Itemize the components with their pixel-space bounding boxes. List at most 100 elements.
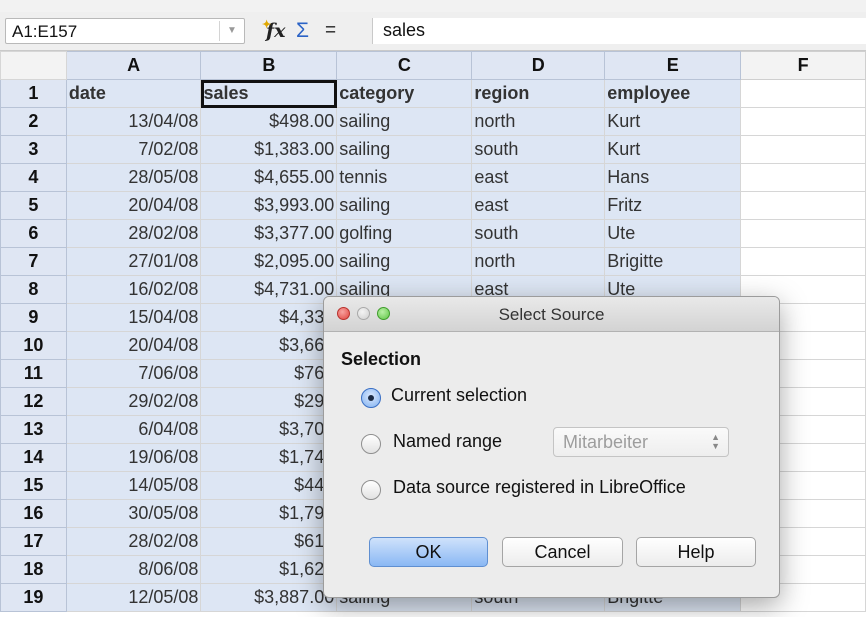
data-source-label[interactable]: Data source registered in LibreOffice — [393, 477, 686, 498]
table-cell[interactable]: 14/05/08 — [65, 471, 202, 500]
table-cell[interactable]: sailing — [336, 135, 473, 164]
table-cell-empty[interactable] — [740, 135, 866, 164]
row-header[interactable]: 10 — [0, 331, 67, 360]
table-cell[interactable]: 13/04/08 — [65, 107, 202, 136]
table-cell[interactable]: 27/01/08 — [65, 247, 202, 276]
table-cell[interactable]: Ute — [604, 219, 742, 248]
row-header[interactable]: 2 — [0, 107, 67, 136]
column-header-d[interactable]: D — [471, 51, 606, 80]
table-cell[interactable]: $4,330 — [200, 303, 338, 332]
row-header[interactable]: 12 — [0, 387, 67, 416]
table-cell[interactable]: $449 — [200, 471, 338, 500]
table-cell[interactable]: 12/05/08 — [65, 583, 202, 612]
table-cell[interactable]: north — [471, 247, 606, 276]
table-cell-empty[interactable] — [740, 163, 866, 192]
row-header[interactable]: 5 — [0, 191, 67, 220]
table-cell[interactable]: 15/04/08 — [65, 303, 202, 332]
table-cell[interactable]: north — [471, 107, 606, 136]
table-cell[interactable]: Kurt — [604, 135, 742, 164]
table-cell[interactable]: 30/05/08 — [65, 499, 202, 528]
table-cell[interactable]: Hans — [604, 163, 742, 192]
table-cell[interactable]: $610 — [200, 527, 338, 556]
table-cell[interactable]: sailing — [336, 247, 473, 276]
row-header[interactable]: 3 — [0, 135, 67, 164]
table-cell[interactable]: $1,383.00 — [200, 135, 338, 164]
table-cell[interactable]: 28/05/08 — [65, 163, 202, 192]
row-header[interactable]: 13 — [0, 415, 67, 444]
table-cell[interactable]: $1,795 — [200, 499, 338, 528]
row-header[interactable]: 6 — [0, 219, 67, 248]
table-cell-empty[interactable] — [740, 191, 866, 220]
row-header[interactable]: 18 — [0, 555, 67, 584]
sum-icon[interactable]: Σ — [296, 20, 309, 42]
table-cell[interactable]: $1,747 — [200, 443, 338, 472]
ok-button[interactable]: OK — [369, 537, 488, 567]
table-cell-empty[interactable] — [740, 247, 866, 276]
column-header-a[interactable]: A — [65, 51, 202, 80]
table-cell[interactable]: employee — [604, 79, 742, 108]
table-cell[interactable]: $3,705 — [200, 415, 338, 444]
table-cell[interactable]: $4,655.00 — [200, 163, 338, 192]
function-icon[interactable]: = — [325, 20, 336, 42]
table-cell[interactable]: Kurt — [604, 107, 742, 136]
table-cell[interactable]: $4,731.00 — [200, 275, 338, 304]
table-cell[interactable]: $3,993.00 — [200, 191, 338, 220]
table-cell[interactable]: sailing — [336, 107, 473, 136]
table-cell[interactable]: region — [471, 79, 606, 108]
table-cell[interactable]: sailing — [336, 191, 473, 220]
row-header[interactable]: 17 — [0, 527, 67, 556]
table-cell[interactable]: 29/02/08 — [65, 387, 202, 416]
table-cell[interactable]: $1,625 — [200, 555, 338, 584]
column-header-f[interactable]: F — [740, 51, 866, 80]
table-cell[interactable]: 7/02/08 — [65, 135, 202, 164]
table-cell[interactable]: 7/06/08 — [65, 359, 202, 388]
data-source-radio[interactable] — [361, 480, 381, 500]
table-cell[interactable]: $3,664 — [200, 331, 338, 360]
dialog-titlebar[interactable]: Select Source — [324, 297, 779, 332]
named-range-label[interactable]: Named range — [393, 431, 502, 452]
table-cell[interactable]: 8/06/08 — [65, 555, 202, 584]
table-cell[interactable]: south — [471, 135, 606, 164]
current-selection-label[interactable]: Current selection — [391, 385, 527, 406]
row-header[interactable]: 1 — [0, 79, 67, 108]
row-header[interactable]: 11 — [0, 359, 67, 388]
named-range-select[interactable]: Mitarbeiter ▲ ▼ — [553, 427, 729, 457]
table-cell-empty[interactable] — [740, 219, 866, 248]
help-button[interactable]: Help — [636, 537, 756, 567]
table-cell[interactable]: Fritz — [604, 191, 742, 220]
table-cell[interactable]: east — [471, 163, 606, 192]
row-header[interactable]: 14 — [0, 443, 67, 472]
table-cell[interactable]: $293 — [200, 387, 338, 416]
table-cell[interactable]: 20/04/08 — [65, 331, 202, 360]
row-header[interactable]: 9 — [0, 303, 67, 332]
table-cell[interactable]: 16/02/08 — [65, 275, 202, 304]
table-cell[interactable]: 20/04/08 — [65, 191, 202, 220]
select-all-corner[interactable] — [0, 51, 67, 80]
name-box-dropdown-icon[interactable]: ▼ — [219, 21, 244, 41]
row-header[interactable]: 7 — [0, 247, 67, 276]
table-cell[interactable]: date — [65, 79, 202, 108]
name-box[interactable]: A1:E157 ▼ — [5, 18, 245, 44]
row-header[interactable]: 8 — [0, 275, 67, 304]
table-cell[interactable]: 28/02/08 — [65, 527, 202, 556]
table-cell[interactable]: $3,377.00 — [200, 219, 338, 248]
row-header[interactable]: 4 — [0, 163, 67, 192]
table-cell[interactable]: $2,095.00 — [200, 247, 338, 276]
table-cell[interactable]: $3,887.00 — [200, 583, 338, 612]
table-cell-empty[interactable] — [740, 107, 866, 136]
column-header-c[interactable]: C — [336, 51, 473, 80]
formula-input[interactable]: sales — [372, 18, 866, 44]
table-cell[interactable]: 6/04/08 — [65, 415, 202, 444]
row-header[interactable]: 15 — [0, 471, 67, 500]
table-cell[interactable]: Brigitte — [604, 247, 742, 276]
table-cell[interactable]: tennis — [336, 163, 473, 192]
table-cell[interactable]: sales — [200, 79, 338, 108]
table-cell[interactable]: category — [336, 79, 473, 108]
named-range-radio[interactable] — [361, 434, 381, 454]
function-wizard-icon[interactable]: ✦ fx — [262, 18, 286, 42]
table-cell[interactable]: 19/06/08 — [65, 443, 202, 472]
table-cell[interactable]: $498.00 — [200, 107, 338, 136]
table-cell[interactable]: south — [471, 219, 606, 248]
column-header-b[interactable]: B — [200, 51, 338, 80]
row-header[interactable]: 16 — [0, 499, 67, 528]
